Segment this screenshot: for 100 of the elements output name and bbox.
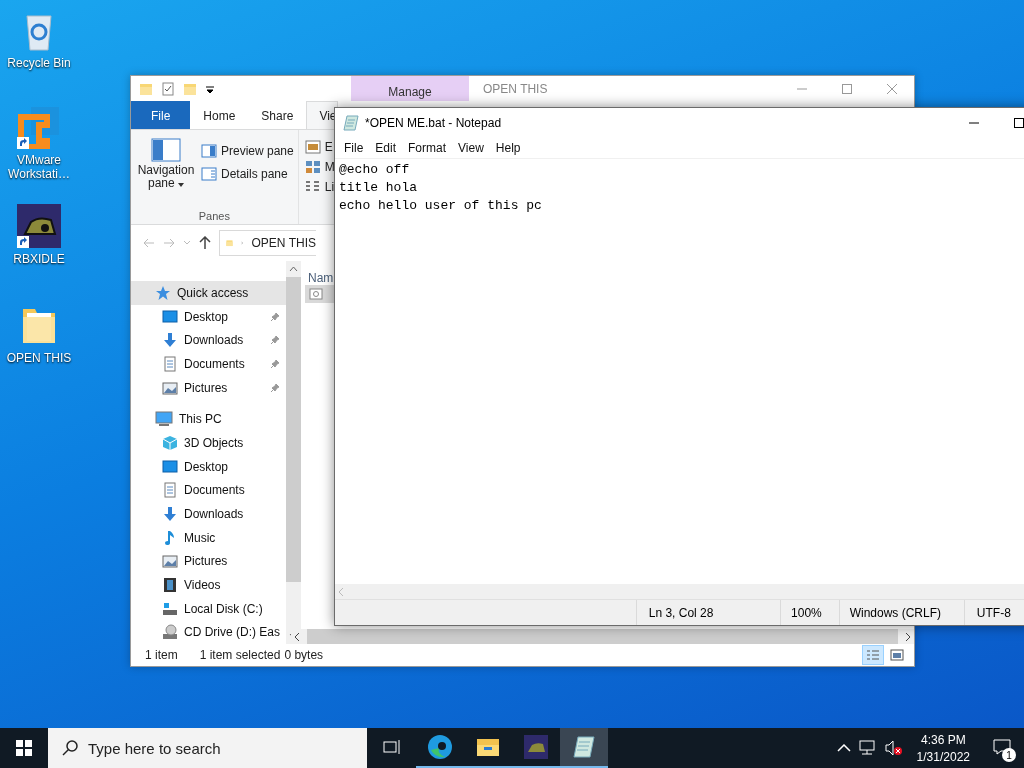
maximize-icon bbox=[1013, 118, 1024, 128]
nav-item[interactable]: Desktop bbox=[131, 304, 286, 329]
code-line: title hola bbox=[339, 179, 418, 197]
caret-icon bbox=[178, 183, 184, 187]
notepad-icon bbox=[343, 115, 359, 131]
selected-file-row[interactable] bbox=[305, 285, 334, 303]
close-icon bbox=[886, 83, 897, 94]
nav-item[interactable]: Videos bbox=[131, 573, 286, 597]
film-icon bbox=[162, 576, 178, 593]
browser-icon bbox=[427, 734, 453, 760]
list-icon bbox=[304, 180, 321, 194]
search-icon bbox=[62, 740, 78, 756]
status-text: 1 item selected bbox=[199, 648, 281, 662]
scroll-right-icon bbox=[904, 631, 912, 642]
nav-item[interactable]: Local Disk (C:) bbox=[131, 596, 286, 621]
game-logo-icon bbox=[17, 204, 61, 248]
up-button[interactable] bbox=[199, 236, 211, 250]
nav-item[interactable]: CD Drive (D:) Eas bbox=[131, 620, 286, 645]
nav-item[interactable]: Pictures bbox=[131, 549, 286, 574]
desktop-icon-label[interactable]: OPEN THIS bbox=[0, 351, 78, 365]
column-header[interactable]: Nam bbox=[308, 271, 334, 285]
status-text: 100% bbox=[780, 600, 839, 625]
window-title: *OPEN ME.bat - Notepad bbox=[365, 116, 502, 130]
pin-icon[interactable] bbox=[270, 358, 280, 369]
windows-logo-icon bbox=[16, 740, 32, 756]
menu-item[interactable]: View bbox=[452, 141, 490, 155]
game-logo-icon bbox=[524, 735, 548, 759]
pin-icon[interactable] bbox=[270, 382, 280, 393]
layout-option[interactable]: Li bbox=[304, 180, 335, 194]
back-button[interactable] bbox=[143, 238, 155, 248]
nav-item[interactable]: Desktop bbox=[131, 454, 286, 479]
drive-icon bbox=[162, 600, 178, 617]
down-arrow-icon bbox=[162, 332, 178, 349]
cube-icon bbox=[162, 434, 178, 451]
navigation-pane-button[interactable]: Navigation pane bbox=[135, 136, 197, 210]
file-menu-tab[interactable]: File bbox=[131, 101, 191, 129]
clock[interactable]: 4:36 PM 1/31/2022 bbox=[906, 732, 980, 764]
folder-icon bbox=[139, 81, 153, 96]
disc-drive-icon bbox=[162, 624, 178, 641]
text-editor[interactable]: @echo off title hola echo hello user of this pc bbox=[335, 159, 1024, 584]
scrollbar[interactable] bbox=[291, 629, 914, 644]
scroll-left-icon bbox=[337, 586, 345, 597]
status-text: Ln 3, Col 28 bbox=[635, 600, 781, 625]
pane-button[interactable]: Preview pane bbox=[201, 144, 294, 158]
large-icons-view-icon bbox=[890, 649, 904, 661]
properties-icon bbox=[161, 81, 175, 96]
forward-arrow-icon bbox=[163, 238, 175, 248]
up-arrow-icon bbox=[199, 236, 211, 250]
down-arrow-icon bbox=[162, 505, 178, 522]
details-view-icon bbox=[866, 649, 880, 661]
nav-item[interactable]: Documents bbox=[131, 478, 286, 503]
document-icon bbox=[162, 355, 178, 372]
menu-item[interactable]: Format bbox=[402, 141, 453, 155]
nav-item[interactable]: Pictures bbox=[131, 375, 286, 400]
code-line: @echo off bbox=[339, 161, 411, 179]
group-label: Panes bbox=[197, 210, 231, 222]
nav-item[interactable]: Music bbox=[131, 525, 286, 550]
batch-file-icon bbox=[309, 288, 323, 300]
pane-button[interactable]: Details pane bbox=[201, 167, 294, 181]
menu-item[interactable]: Edit bbox=[369, 141, 403, 155]
scrollbar[interactable] bbox=[286, 261, 301, 644]
chevron-down-icon bbox=[183, 240, 191, 246]
status-text: Windows (CRLF) bbox=[838, 600, 964, 625]
details-view-button[interactable] bbox=[862, 645, 884, 665]
picture-icon bbox=[162, 553, 178, 570]
notifications-button[interactable]: 1 bbox=[980, 728, 1024, 768]
contextual-tab[interactable]: Manage bbox=[351, 76, 469, 101]
taskbar-app[interactable] bbox=[560, 728, 608, 768]
pin-icon[interactable] bbox=[270, 335, 280, 346]
scrollbar[interactable] bbox=[335, 584, 1024, 599]
scroll-left-icon bbox=[293, 631, 301, 642]
picture-icon bbox=[162, 379, 178, 396]
star-icon bbox=[155, 284, 171, 301]
nav-item[interactable]: 3D Objects bbox=[131, 431, 286, 455]
speaker-icon bbox=[884, 740, 903, 756]
nav-item[interactable]: Downloads bbox=[131, 328, 286, 352]
status-text: 0 bytes bbox=[284, 648, 324, 662]
menu-item[interactable]: Help bbox=[489, 141, 527, 155]
layout-option[interactable]: M bbox=[304, 160, 335, 174]
recent-locations-button[interactable] bbox=[183, 240, 191, 246]
search-field[interactable]: Type here to search bbox=[48, 728, 367, 768]
large-icons-icon bbox=[304, 140, 321, 154]
monitor-icon bbox=[155, 411, 173, 428]
nav-item[interactable]: This PC bbox=[131, 407, 286, 432]
document-icon bbox=[162, 482, 178, 499]
layout-option[interactable]: E bbox=[304, 140, 335, 154]
nav-item[interactable]: Downloads bbox=[131, 502, 286, 526]
navigation-pane-icon bbox=[151, 138, 181, 162]
nav-item[interactable]: Quick access bbox=[131, 281, 286, 305]
window-title: OPEN THIS bbox=[483, 81, 548, 96]
maximize-icon bbox=[841, 83, 852, 94]
nav-item[interactable]: Documents bbox=[131, 352, 286, 376]
status-text: 1 item bbox=[145, 648, 178, 662]
address-bar[interactable]: OPEN THIS bbox=[219, 230, 316, 256]
task-view-icon bbox=[383, 739, 401, 755]
pin-icon[interactable] bbox=[270, 311, 280, 322]
forward-button[interactable] bbox=[163, 238, 175, 248]
medium-icons-icon bbox=[304, 160, 321, 174]
menu-item[interactable]: File bbox=[338, 141, 370, 155]
folder-icon bbox=[476, 737, 500, 757]
